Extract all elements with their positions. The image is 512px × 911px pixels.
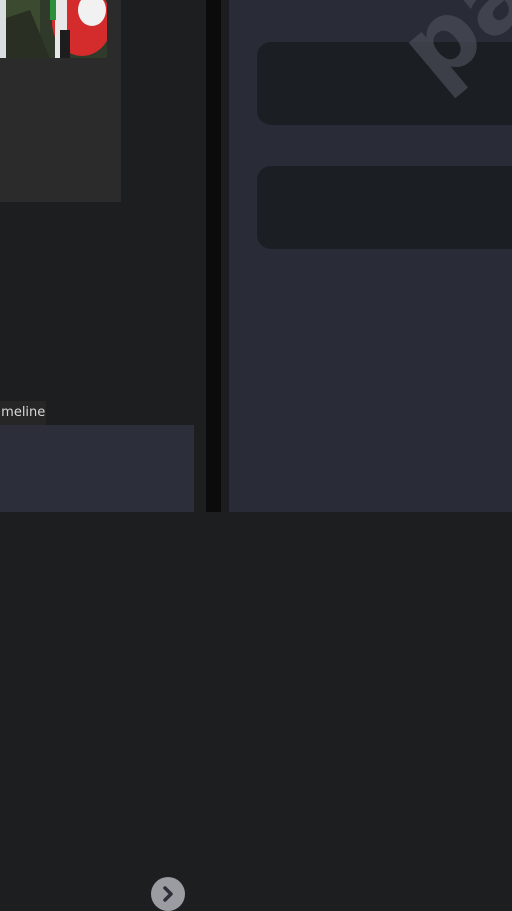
preview-card[interactable]: [0, 0, 121, 202]
chevron-right-icon: [163, 886, 173, 902]
right-panel: par: [229, 0, 512, 512]
thumbnail-image: [0, 0, 107, 58]
timeline-bar: [0, 425, 194, 911]
video-thumbnail[interactable]: [0, 0, 107, 58]
input-field-2[interactable]: [257, 166, 512, 249]
timeline-label: Timeline: [0, 401, 46, 425]
next-button[interactable]: [151, 877, 185, 911]
left-panel: Timeline: [0, 0, 206, 911]
panel-divider[interactable]: [206, 0, 221, 512]
panel-divider-edge: [221, 0, 229, 512]
